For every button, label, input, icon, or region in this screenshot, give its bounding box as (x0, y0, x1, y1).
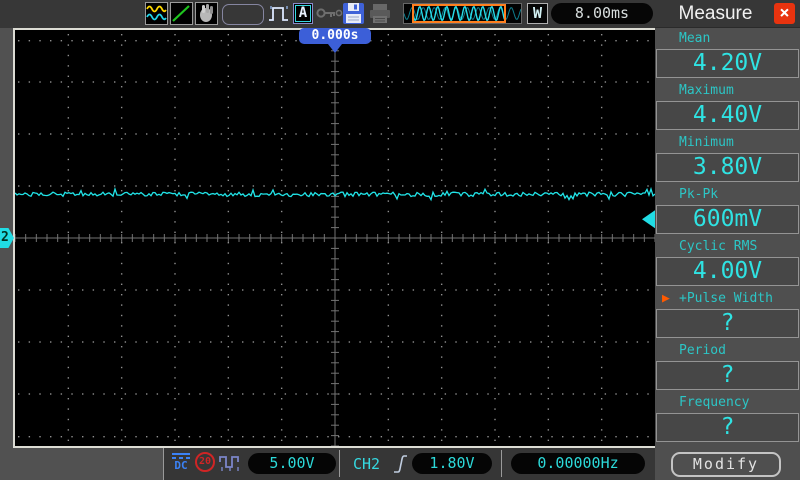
measure-item-minimum: Minimum 3.80V (655, 132, 800, 182)
measure-label: Minimum (655, 132, 800, 153)
trigger-level-readout[interactable]: 1.80V (412, 453, 492, 474)
save-button[interactable] (342, 2, 366, 25)
measure-value: 3.80V (656, 153, 799, 182)
measure-value: 4.00V (656, 257, 799, 286)
coupling-dc-icon[interactable]: DC (170, 452, 192, 476)
zoom-window-button[interactable]: W (527, 3, 548, 24)
green-line-icon (171, 3, 192, 24)
trigger-level-marker (642, 210, 655, 228)
trigger-position-arrow-icon[interactable] (328, 44, 342, 53)
waveform-preview[interactable] (403, 3, 522, 24)
measure-label: Pk-Pk (655, 184, 800, 205)
printer-icon (368, 2, 392, 25)
measure-value: 600mV (656, 205, 799, 234)
rising-edge-icon (392, 452, 408, 476)
timebase-readout[interactable]: 8.00ms (551, 3, 653, 24)
measure-item-period: Period ? (655, 340, 800, 390)
close-button[interactable]: × (774, 3, 795, 24)
top-toolbar: A (0, 0, 655, 28)
measure-label: Period (655, 340, 800, 361)
trigger-frequency-readout: 0.00000Hz (511, 453, 645, 474)
measure-panel: Measure × Mean 4.20V Maximum 4.40V Minim… (655, 0, 800, 480)
coupling-label: DC (170, 459, 192, 472)
trigger-source-label: CH2 (353, 454, 380, 474)
keylock-icon[interactable] (316, 6, 340, 29)
bandwidth-limit-icon[interactable]: 20 (195, 452, 215, 472)
separator (339, 450, 340, 477)
volts-per-div-readout[interactable]: 5.00V (248, 453, 336, 474)
pulse-mode-icon[interactable] (267, 2, 291, 25)
save-floppy-icon (342, 2, 365, 25)
trigger-position-label[interactable]: 0.000s (299, 28, 371, 44)
measure-value: 4.20V (656, 49, 799, 78)
measure-value: 4.40V (656, 101, 799, 130)
plot-area (13, 28, 655, 448)
waveform-display-icon[interactable] (145, 2, 168, 25)
diagonal-line-icon[interactable] (170, 2, 193, 25)
selected-item-marker-icon: ▶ (662, 288, 670, 309)
auto-mode-icon[interactable]: A (293, 3, 313, 24)
status-bar: DC 20 5.00V CH2 1.80V 0.00000Hz (163, 448, 655, 480)
preview-wave-svg (404, 4, 521, 23)
squarewave-icon[interactable] (219, 454, 243, 477)
measure-label: Maximum (655, 80, 800, 101)
print-button[interactable] (368, 2, 392, 25)
measure-label: Frequency (655, 392, 800, 413)
scope-svg (15, 30, 655, 446)
key-icon (316, 6, 344, 21)
measure-item-pkpk: Pk-Pk 600mV (655, 184, 800, 234)
channel2-ground-marker[interactable]: 2 (0, 228, 14, 248)
measure-value: ? (656, 361, 799, 390)
measure-label: Cyclic RMS (655, 236, 800, 257)
measure-item-frequency: Frequency ? (655, 392, 800, 442)
dual-wave-icon (146, 3, 167, 24)
pulse-icon (267, 2, 291, 25)
measure-label: Mean (655, 28, 800, 49)
separator (501, 450, 502, 477)
measure-value: ? (656, 413, 799, 442)
hand-icon (196, 3, 217, 24)
hand-tool-icon[interactable] (195, 2, 218, 25)
measure-label-text: +Pulse Width (679, 291, 773, 306)
measure-label: ▶ +Pulse Width (655, 288, 800, 309)
measure-item-pulse-width: ▶ +Pulse Width ? (655, 288, 800, 338)
measure-value: ? (656, 309, 799, 338)
oscilloscope-app: A (0, 0, 800, 480)
modify-button[interactable]: Modify (671, 452, 781, 477)
usb-slot-placeholder (222, 4, 264, 25)
measure-item-cyclic-rms: Cyclic RMS 4.00V (655, 236, 800, 286)
measure-item-mean: Mean 4.20V (655, 28, 800, 78)
measure-item-maximum: Maximum 4.40V (655, 80, 800, 130)
dc-solid-line (172, 453, 190, 455)
